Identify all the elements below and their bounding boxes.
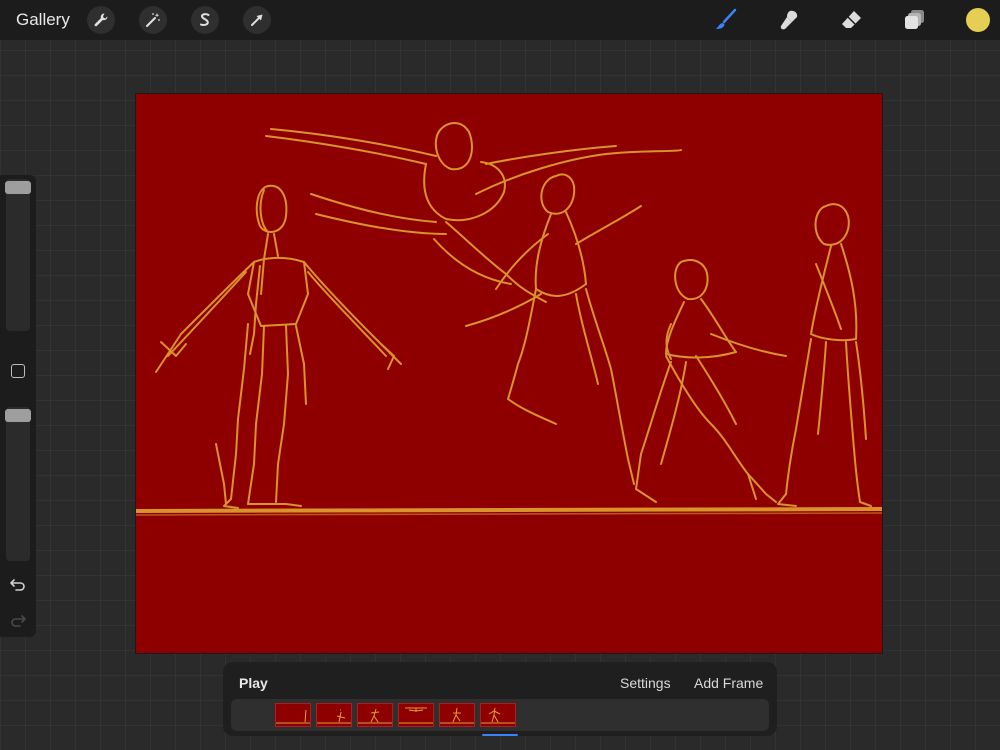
smudge-button[interactable] [774,5,804,35]
brush-size-slider[interactable] [6,179,30,331]
brush-opacity-slider-thumb[interactable] [5,409,31,422]
layers-button[interactable] [900,5,930,35]
wrench-icon [94,13,108,27]
redo-icon[interactable] [9,611,27,629]
frame-thumbnail-5[interactable] [439,703,475,727]
frame-thumbnail-2[interactable] [316,703,352,727]
frame-thumbnail-3[interactable] [357,703,393,727]
magic-wand-icon [146,13,160,27]
drawing-canvas[interactable] [136,94,882,653]
play-button[interactable]: Play [239,675,268,691]
frame-thumbnail-6[interactable] [480,703,516,727]
eraser-button[interactable] [837,5,867,35]
top-toolbar: Gallery [0,0,1000,40]
actions-button[interactable] [87,6,115,34]
selected-frame-indicator [482,734,518,736]
gesture-sketch-artwork [136,122,882,516]
animation-assist-panel: Play Settings Add Frame [223,662,777,736]
add-frame-button[interactable]: Add Frame [694,675,763,691]
frame-timeline[interactable] [231,699,769,731]
color-swatch[interactable] [966,8,990,32]
arrow-cursor-icon [251,14,263,26]
adjustments-button[interactable] [139,6,167,34]
transform-button[interactable] [243,6,271,34]
brush-size-slider-thumb[interactable] [5,181,31,194]
brush-icon [716,8,737,29]
frame-thumbnail-4[interactable] [398,703,434,727]
selection-button[interactable] [191,6,219,34]
undo-icon[interactable] [9,575,27,593]
modify-square-icon[interactable] [11,364,25,378]
settings-button[interactable]: Settings [620,675,671,691]
gallery-button[interactable]: Gallery [16,10,70,30]
selection-s-icon [200,13,210,26]
brush-opacity-slider[interactable] [6,407,30,561]
frame-thumbnail-1[interactable] [275,703,311,727]
layers-icon [905,10,924,29]
eraser-icon [842,11,861,28]
left-sidebar [0,175,36,637]
brush-button[interactable] [711,5,741,35]
smudge-icon [780,10,798,30]
